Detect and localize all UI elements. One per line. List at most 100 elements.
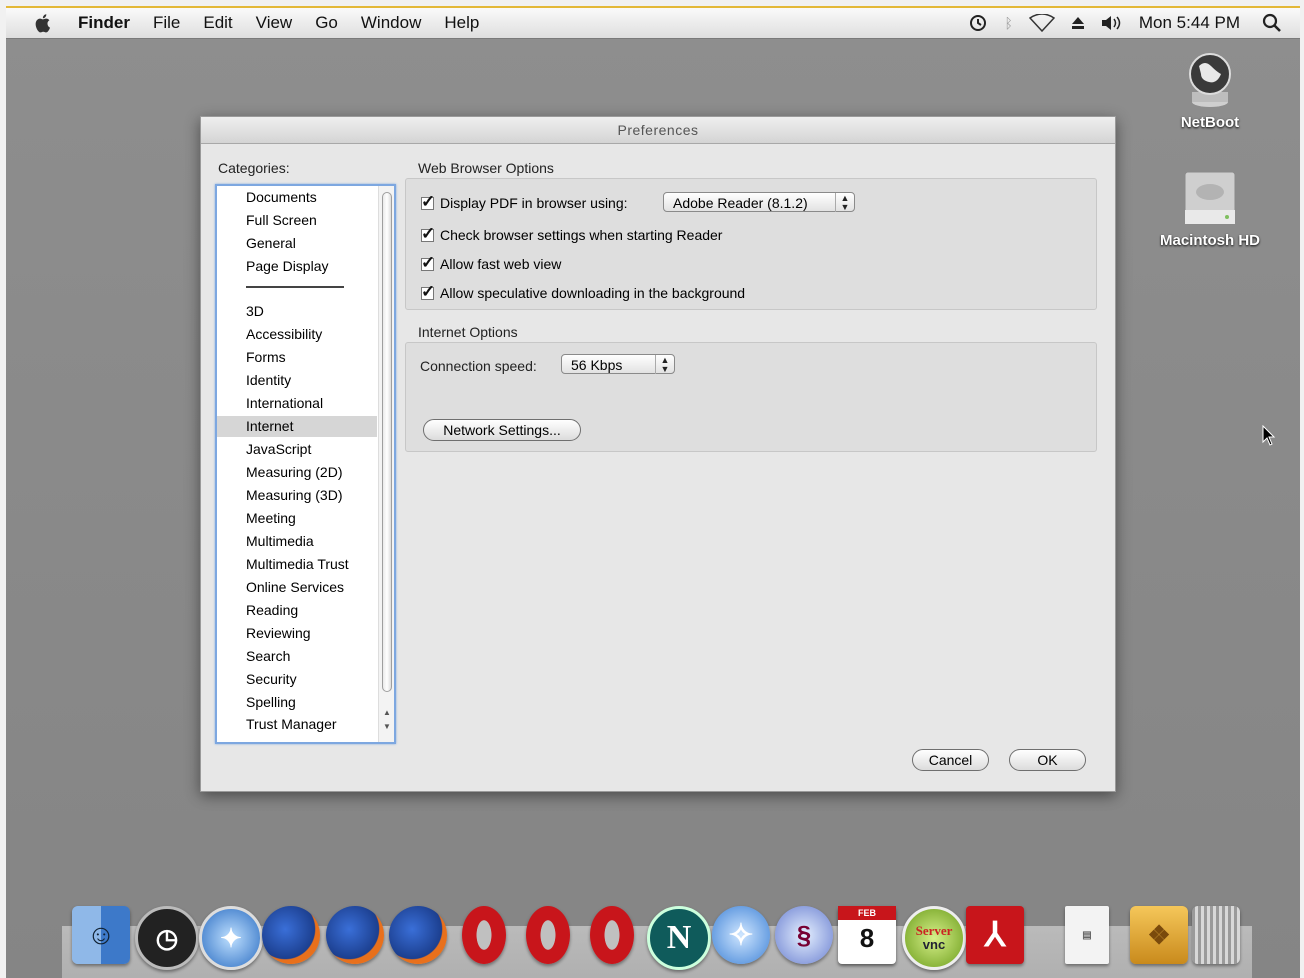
category-measuring-2d[interactable]: Measuring (2D) <box>246 464 342 480</box>
category-3d[interactable]: 3D <box>246 303 264 319</box>
category-international[interactable]: International <box>246 395 323 411</box>
menu-finder[interactable]: Finder <box>78 13 130 33</box>
opera-icon[interactable] <box>462 906 506 964</box>
vnc-server-text: Server <box>915 923 953 938</box>
category-multimedia-trust[interactable]: Multimedia Trust <box>246 556 349 572</box>
categories-scrollbar[interactable]: ▲ ▼ <box>378 186 394 742</box>
category-accessibility[interactable]: Accessibility <box>246 326 322 342</box>
speculative-download-label: Allow speculative downloading in the bac… <box>440 285 746 301</box>
desktop-icon-label: NetBoot <box>1180 114 1240 131</box>
dialog-title[interactable]: Preferences <box>201 117 1115 144</box>
opera-icon[interactable] <box>590 906 634 964</box>
firefox-icon[interactable] <box>262 906 320 964</box>
netscape-icon[interactable]: N <box>647 906 711 970</box>
menu-help[interactable]: Help <box>444 13 479 33</box>
time-machine-icon[interactable] <box>968 13 988 33</box>
mouse-cursor-icon <box>1262 425 1276 446</box>
speculative-download-row: Allow speculative downloading in the bac… <box>421 282 746 302</box>
category-trust-manager[interactable]: Trust Manager <box>246 716 337 732</box>
vnc-text: vnc <box>922 937 946 952</box>
fast-web-view-label: Allow fast web view <box>440 256 562 272</box>
cancel-button[interactable]: Cancel <box>912 749 989 771</box>
category-spelling[interactable]: Spelling <box>246 694 296 710</box>
netboot-globe-icon <box>1189 53 1231 107</box>
preferences-dialog: Preferences Categories: Documents Full S… <box>200 116 1116 792</box>
category-multimedia[interactable]: Multimedia <box>246 533 314 549</box>
menu-file[interactable]: File <box>153 13 180 33</box>
web-browser-options-heading: Web Browser Options <box>418 160 554 176</box>
display-pdf-checkbox[interactable] <box>421 192 435 212</box>
ical-day: 8 <box>859 923 875 953</box>
menu-edit[interactable]: Edit <box>203 13 232 33</box>
opera-icon[interactable] <box>526 906 570 964</box>
menu-go[interactable]: Go <box>315 13 338 33</box>
connection-speed-popup[interactable]: 56 Kbps ▲ ▼ <box>561 354 675 374</box>
category-identity[interactable]: Identity <box>246 372 291 388</box>
check-settings-checkbox[interactable] <box>421 224 435 244</box>
package-icon[interactable]: ❖ <box>1130 906 1188 964</box>
browser-app-value: Adobe Reader (8.1.2) <box>673 195 808 211</box>
fast-web-view-row: Allow fast web view <box>421 253 562 273</box>
category-reading[interactable]: Reading <box>246 602 298 618</box>
pdf-document-icon[interactable]: ▤ <box>1065 906 1109 964</box>
category-online-services[interactable]: Online Services <box>246 579 344 595</box>
popup-arrows-icon: ▲ ▼ <box>835 193 854 212</box>
seamonkey-icon[interactable]: § <box>775 906 833 964</box>
spotlight-icon[interactable] <box>1262 13 1282 33</box>
camino-icon[interactable]: ✧ <box>712 906 770 964</box>
bluetooth-icon[interactable]: ᛒ <box>1004 15 1012 31</box>
dashboard-icon[interactable]: ◷ <box>135 906 199 970</box>
speculative-download-checkbox[interactable] <box>421 282 435 302</box>
internet-options-heading: Internet Options <box>418 324 518 340</box>
finder-icon[interactable]: ☺ <box>72 906 130 964</box>
category-security[interactable]: Security <box>246 671 297 687</box>
screen-border-left <box>0 0 6 978</box>
trash-icon[interactable] <box>1192 906 1240 964</box>
category-measuring-3d[interactable]: Measuring (3D) <box>246 487 342 503</box>
firefox-icon[interactable] <box>326 906 384 964</box>
scrollbar-thumb[interactable] <box>382 192 392 692</box>
wifi-icon[interactable] <box>1028 14 1055 32</box>
category-separator <box>246 286 344 288</box>
category-javascript[interactable]: JavaScript <box>246 441 311 457</box>
menu-view[interactable]: View <box>256 13 293 33</box>
scroll-down-arrow-icon[interactable]: ▼ <box>382 722 392 732</box>
category-forms[interactable]: Forms <box>246 349 286 365</box>
eject-icon[interactable] <box>1071 16 1085 30</box>
menu-bar: Finder File Edit View Go Window Help ᛒ M… <box>6 8 1300 39</box>
category-reviewing[interactable]: Reviewing <box>246 625 311 641</box>
category-internet-selected[interactable]: Internet <box>217 416 377 437</box>
connection-speed-value: 56 Kbps <box>571 357 623 373</box>
adobe-reader-icon[interactable]: ⅄ <box>966 906 1024 964</box>
menu-clock[interactable]: Mon 5:44 PM <box>1139 13 1240 33</box>
screen-border-right <box>1300 0 1304 978</box>
connection-speed-label: Connection speed: <box>420 358 537 374</box>
scroll-up-arrow-icon[interactable]: ▲ <box>382 708 392 718</box>
check-settings-row: Check browser settings when starting Rea… <box>421 224 722 244</box>
firefox-icon[interactable] <box>389 906 447 964</box>
hard-drive-icon <box>1184 171 1236 225</box>
display-pdf-row: Display PDF in browser using: <box>421 192 628 212</box>
category-general[interactable]: General <box>246 235 296 251</box>
fast-web-view-checkbox[interactable] <box>421 253 435 273</box>
ical-month: FEB <box>838 906 896 920</box>
server-vnc-icon[interactable]: Server vnc <box>902 906 966 970</box>
categories-list[interactable]: Documents Full Screen General Page Displ… <box>215 184 396 744</box>
category-meeting[interactable]: Meeting <box>246 510 296 526</box>
menu-extras: ᛒ Mon 5:44 PM <box>968 8 1300 38</box>
apple-menu-icon[interactable] <box>32 12 54 34</box>
ical-icon[interactable]: FEB 8 <box>838 906 896 964</box>
category-search[interactable]: Search <box>246 648 290 664</box>
desktop-icon-netboot[interactable]: NetBoot <box>1170 50 1250 131</box>
safari-icon[interactable]: ✦ <box>199 906 263 970</box>
display-pdf-label: Display PDF in browser using: <box>440 195 628 211</box>
network-settings-button[interactable]: Network Settings... <box>423 419 581 441</box>
category-page-display[interactable]: Page Display <box>246 258 329 274</box>
volume-icon[interactable] <box>1101 14 1123 32</box>
menu-window[interactable]: Window <box>361 13 421 33</box>
category-documents[interactable]: Documents <box>246 189 317 205</box>
desktop-icon-macintosh-hd[interactable]: Macintosh HD <box>1146 168 1274 249</box>
browser-app-popup[interactable]: Adobe Reader (8.1.2) ▲ ▼ <box>663 192 855 212</box>
ok-button[interactable]: OK <box>1009 749 1086 771</box>
category-full-screen[interactable]: Full Screen <box>246 212 317 228</box>
